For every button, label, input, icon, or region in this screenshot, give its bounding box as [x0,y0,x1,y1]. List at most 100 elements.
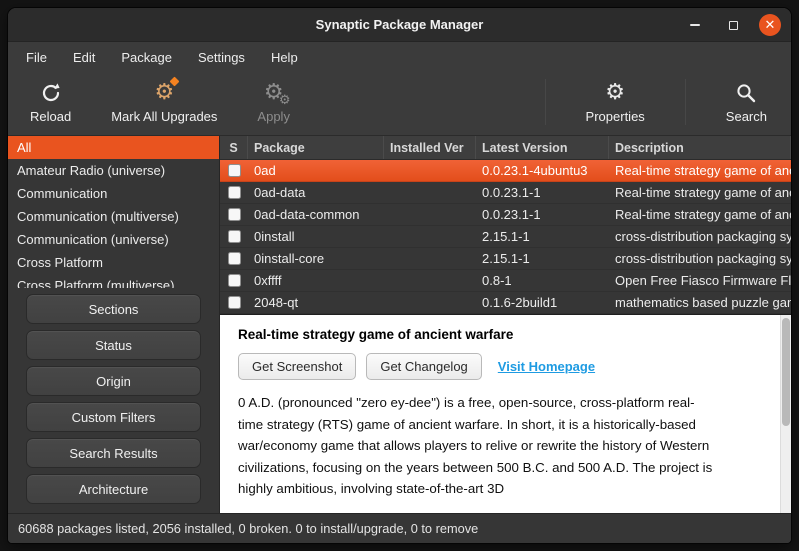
minimize-icon [690,24,700,26]
table-row[interactable]: 2048-qt 0.1.6-2build1 mathematics based … [220,292,791,314]
toolbar-separator [685,79,686,125]
close-icon: ✕ [765,18,776,31]
table-row[interactable]: 0ad-data 0.0.23.1-1 Real-time strategy g… [220,182,791,204]
package-name: 2048-qt [248,292,384,313]
details-pane: Real-time strategy game of ancient warfa… [220,314,791,513]
category-item[interactable]: All [8,136,219,159]
properties-button[interactable]: ⚙ Properties [586,80,645,124]
search-icon [734,80,758,106]
synaptic-window: Synaptic Package Manager ✕ File Edit Pac… [8,8,791,543]
table-row[interactable]: 0ad-data-common 0.0.23.1-1 Real-time str… [220,204,791,226]
package-name: 0install-core [248,248,384,269]
category-item[interactable]: Communication [8,182,219,205]
table-row[interactable]: 0ad 0.0.23.1-4ubuntu3 Real-time strategy… [220,160,791,182]
category-item[interactable]: Cross Platform (multiverse) [8,274,219,288]
installed-version [384,182,476,203]
package-description: Real-time strategy game of ancient warfa… [609,160,791,181]
filter-view-button[interactable]: Custom Filters [26,402,201,432]
content-area: All Amateur Radio (universe) Communicati… [8,136,791,513]
row-checkbox[interactable] [228,252,241,265]
details-actions: Get Screenshot Get Changelog Visit Homep… [238,353,773,380]
latest-version: 0.0.23.1-1 [476,204,609,225]
details-scrollbar[interactable] [780,315,791,513]
package-description: mathematics based puzzle game [609,292,791,313]
statusbar: 60688 packages listed, 2056 installed, 0… [8,513,791,543]
category-list: All Amateur Radio (universe) Communicati… [8,136,219,288]
maximize-icon [729,21,738,30]
close-button[interactable]: ✕ [759,14,781,36]
row-checkbox[interactable] [228,208,241,221]
installed-version [384,160,476,181]
menubar: File Edit Package Settings Help [8,42,791,72]
filter-buttons: Sections Status Origin Custom Filters Se… [8,288,219,504]
category-item[interactable]: Communication (multiverse) [8,205,219,228]
menu-item[interactable]: File [26,50,47,65]
properties-icon: ⚙ [605,80,625,106]
reload-icon [39,80,63,106]
visit-homepage-link[interactable]: Visit Homepage [498,359,595,374]
column-header-description[interactable]: Description [609,136,791,159]
package-description: cross-distribution packaging system [609,226,791,247]
latest-version: 0.8-1 [476,270,609,291]
package-list: 0ad 0.0.23.1-4ubuntu3 Real-time strategy… [220,160,791,314]
latest-version: 2.15.1-1 [476,226,609,247]
mark-all-upgrades-label: Mark All Upgrades [111,109,217,124]
minimize-button[interactable] [683,13,707,37]
details-description: 0 A.D. (pronounced "zero ey-dee") is a f… [238,392,716,500]
toolbar-separator [545,79,546,125]
main-pane: S Package Installed Ver Latest Version D… [220,136,791,513]
filter-view-button[interactable]: Architecture [26,474,201,504]
row-checkbox[interactable] [228,164,241,177]
menu-item[interactable]: Settings [198,50,245,65]
toolbar: Reload ⚙ Mark All Upgrades ⚙ ⚙ Apply ⚙ P… [8,72,791,136]
latest-version: 0.1.6-2build1 [476,292,609,313]
maximize-button[interactable] [721,13,745,37]
latest-version: 0.0.23.1-4ubuntu3 [476,160,609,181]
reload-label: Reload [30,109,71,124]
category-item[interactable]: Cross Platform [8,251,219,274]
sidebar: All Amateur Radio (universe) Communicati… [8,136,220,513]
installed-version [384,204,476,225]
column-header-installed-version[interactable]: Installed Ver [384,136,476,159]
package-name: 0ad [248,160,384,181]
table-row[interactable]: 0install-core 2.15.1-1 cross-distributio… [220,248,791,270]
get-changelog-button[interactable]: Get Changelog [366,353,481,380]
category-item[interactable]: Communication (universe) [8,228,219,251]
row-checkbox[interactable] [228,296,241,309]
latest-version: 2.15.1-1 [476,248,609,269]
search-button[interactable]: Search [726,80,767,124]
filter-view-button[interactable]: Search Results [26,438,201,468]
apply-icon: ⚙ ⚙ [264,80,284,106]
mark-all-upgrades-button[interactable]: ⚙ Mark All Upgrades [111,80,217,124]
package-name: 0install [248,226,384,247]
package-description: cross-distribution packaging system [609,248,791,269]
table-row[interactable]: 0install 2.15.1-1 cross-distribution pac… [220,226,791,248]
column-header-latest-version[interactable]: Latest Version [476,136,609,159]
column-header-package[interactable]: Package [248,136,384,159]
package-name: 0ad-data [248,182,384,203]
reload-button[interactable]: Reload [30,80,71,124]
row-checkbox[interactable] [228,274,241,287]
installed-version [384,270,476,291]
window-controls: ✕ [683,8,781,42]
properties-label: Properties [586,109,645,124]
get-screenshot-button[interactable]: Get Screenshot [238,353,356,380]
filter-view-button[interactable]: Sections [26,294,201,324]
mark-all-upgrades-icon: ⚙ [154,80,174,106]
filter-view-button[interactable]: Status [26,330,201,360]
menu-item[interactable]: Edit [73,50,95,65]
menu-item[interactable]: Help [271,50,298,65]
category-item[interactable]: Amateur Radio (universe) [8,159,219,182]
column-header-status[interactable]: S [220,136,248,159]
details-scrollbar-thumb[interactable] [782,318,790,426]
row-checkbox[interactable] [228,230,241,243]
titlebar[interactable]: Synaptic Package Manager ✕ [8,8,791,42]
row-checkbox[interactable] [228,186,241,199]
filter-view-button[interactable]: Origin [26,366,201,396]
status-text: 60688 packages listed, 2056 installed, 0… [18,521,478,536]
apply-button[interactable]: ⚙ ⚙ Apply [257,80,290,124]
table-row[interactable]: 0xffff 0.8-1 Open Free Fiasco Firmware F… [220,270,791,292]
latest-version: 0.0.23.1-1 [476,182,609,203]
table-header: S Package Installed Ver Latest Version D… [220,136,791,160]
menu-item[interactable]: Package [121,50,172,65]
